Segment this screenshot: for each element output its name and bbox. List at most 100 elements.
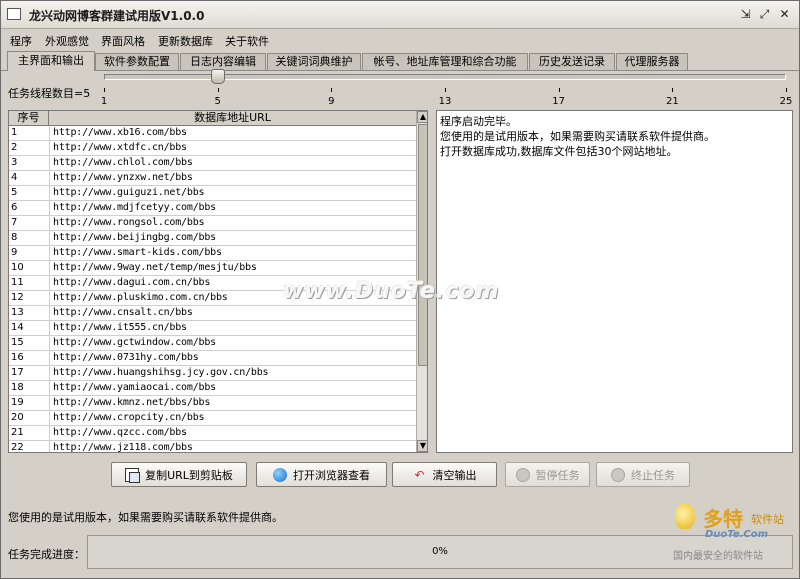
scrollbar-thumb[interactable] [418, 124, 427, 366]
slider-tick [445, 88, 446, 92]
slider-tick-label: 21 [665, 96, 679, 107]
thread-slider-thumb[interactable] [210, 69, 225, 84]
tab-log-editor[interactable]: 日志内容编辑 [180, 53, 266, 70]
table-row[interactable]: 17 http://www.huangshihsg.jcy.gov.cn/bbs [9, 366, 416, 381]
tab-account-address[interactable]: 帐号、地址库管理和综合功能 [362, 53, 528, 70]
row-url: http://www.yamiaocai.com/bbs [53, 382, 216, 393]
log-line: 您使用的是试用版本，如果需要购买请联系软件提供商。 [440, 130, 715, 143]
menu-bar: 程序 外观感觉 界面风格 更新数据库 关于软件 [1, 30, 799, 50]
pause-task-label: 暂停任务 [535, 468, 580, 482]
row-index: 7 [11, 217, 18, 228]
tab-main-output[interactable]: 主界面和输出 [7, 51, 95, 71]
table-row[interactable]: 3 http://www.chlol.com/bbs [9, 156, 416, 171]
copy-url-button[interactable]: 复制URL到剪贴板 [111, 462, 247, 487]
title-bar: 龙兴动网博客群建试用版V1.0.0 ⇲ ⤢ ✕ [1, 1, 799, 29]
row-url: http://www.xtdfc.cn/bbs [53, 142, 187, 153]
slider-tick-label: 13 [438, 96, 452, 107]
row-url: http://www.chlol.com/bbs [53, 157, 193, 168]
row-url: http://www.beijingbg.com/bbs [53, 232, 216, 243]
tab-proxy-server[interactable]: 代理服务器 [616, 53, 688, 70]
column-header-url[interactable]: 数据库地址URL [49, 111, 416, 126]
table-row[interactable]: 4 http://www.ynzxw.net/bbs [9, 171, 416, 186]
column-separator [49, 126, 50, 141]
table-row[interactable]: 13 http://www.cnsalt.cn/bbs [9, 306, 416, 321]
pause-icon [515, 467, 530, 482]
minimize-button[interactable]: ⇲ [738, 7, 753, 22]
row-url: http://www.9way.net/temp/mesjtu/bbs [53, 262, 257, 273]
globe-icon [273, 467, 287, 482]
pause-task-button[interactable]: 暂停任务 [505, 462, 590, 487]
row-index: 11 [11, 277, 24, 288]
slider-tick [786, 88, 787, 92]
watermark-duote: www.DuoTe.com [283, 279, 500, 304]
column-separator [49, 291, 50, 306]
thread-slider-track[interactable] [104, 74, 786, 80]
stop-task-button[interactable]: 终止任务 [596, 462, 690, 487]
column-header-index[interactable]: 序号 [9, 111, 49, 126]
table-row[interactable]: 9 http://www.smart-kids.com/bbs [9, 246, 416, 261]
menu-appearance[interactable]: 外观感觉 [45, 33, 89, 49]
menu-ui-style[interactable]: 界面风格 [101, 33, 145, 49]
row-index: 13 [11, 307, 24, 318]
table-row[interactable]: 22 http://www.jz118.com/bbs [9, 441, 416, 453]
row-url: http://www.jz118.com/bbs [53, 442, 193, 453]
menu-about[interactable]: 关于软件 [225, 33, 269, 49]
table-row[interactable]: 7 http://www.rongsol.com/bbs [9, 216, 416, 231]
open-browser-button[interactable]: 打开浏览器查看 [256, 462, 387, 487]
slider-tick [558, 88, 560, 92]
close-button[interactable]: ✕ [777, 7, 792, 22]
table-row[interactable]: 5 http://www.guiguzi.net/bbs [9, 186, 416, 201]
menu-program[interactable]: 程序 [10, 33, 32, 49]
scroll-down-button[interactable]: ▼ [417, 440, 427, 452]
row-index: 14 [11, 322, 24, 333]
table-row[interactable]: 18 http://www.yamiaocai.com/bbs [9, 381, 416, 396]
status-message: 您使用的是试用版本，如果需要购买请联系软件提供商。 [8, 511, 283, 524]
row-url: http://www.huangshihsg.jcy.gov.cn/bbs [53, 367, 269, 378]
log-line: 程序启动完毕。 [440, 115, 517, 128]
table-row[interactable]: 2 http://www.xtdfc.cn/bbs [9, 141, 416, 156]
maximize-button[interactable]: ⤢ [757, 7, 772, 22]
table-row[interactable]: 10 http://www.9way.net/temp/mesjtu/bbs [9, 261, 416, 276]
table-row[interactable]: 16 http://www.0731hy.com/bbs [9, 351, 416, 366]
row-index: 20 [11, 412, 24, 423]
row-url: http://www.pluskimo.com.cn/bbs [53, 292, 228, 303]
copy-url-label: 复制URL到剪贴板 [145, 468, 233, 482]
table-row[interactable]: 21 http://www.qzcc.com/bbs [9, 426, 416, 441]
scroll-up-button[interactable]: ▲ [417, 111, 427, 123]
row-index: 5 [11, 187, 18, 198]
watermark-logo: 多特 [703, 507, 743, 531]
row-index: 8 [11, 232, 18, 243]
open-browser-label: 打开浏览器查看 [293, 468, 370, 482]
table-row[interactable]: 14 http://www.it555.cn/bbs [9, 321, 416, 336]
table-row[interactable]: 1 http://www.xb16.com/bbs [9, 126, 416, 141]
column-separator [49, 261, 50, 276]
tab-software-config[interactable]: 软件参数配置 [95, 53, 179, 70]
watermark-tagline: 国内最安全的软件站 [673, 551, 763, 562]
thread-count-label: 任务线程数目=5 [8, 87, 91, 100]
clear-output-button[interactable]: ↶ 清空输出 [392, 462, 497, 487]
row-url: http://www.cropcity.cn/bbs [53, 412, 205, 423]
stop-icon [611, 467, 625, 482]
column-separator [49, 366, 50, 381]
row-url: http://www.kmnz.net/bbs/bbs [53, 397, 211, 408]
table-row[interactable]: 8 http://www.beijingbg.com/bbs [9, 231, 416, 246]
lightbulb-icon [675, 503, 695, 529]
table-row[interactable]: 19 http://www.kmnz.net/bbs/bbs [9, 396, 416, 411]
row-index: 16 [11, 352, 24, 363]
tab-keyword-dictionary[interactable]: 关键词词典维护 [267, 53, 361, 70]
tab-send-history[interactable]: 历史发送记录 [529, 53, 615, 70]
row-url: http://www.smart-kids.com/bbs [53, 247, 222, 258]
slider-tick-label: 1 [100, 96, 108, 107]
table-row[interactable]: 20 http://www.cropcity.cn/bbs [9, 411, 416, 426]
row-url: http://www.ynzxw.net/bbs [53, 172, 193, 183]
column-separator [49, 411, 50, 426]
column-separator [49, 396, 50, 411]
slider-tick [331, 88, 333, 92]
table-row[interactable]: 15 http://www.gctwindow.com/bbs [9, 336, 416, 351]
tab-panel-border [1, 70, 799, 71]
row-url: http://www.mdjfcetyy.com/bbs [53, 202, 216, 213]
column-separator [49, 336, 50, 351]
table-row[interactable]: 6 http://www.mdjfcetyy.com/bbs [9, 201, 416, 216]
column-separator [49, 231, 50, 246]
menu-update-database[interactable]: 更新数据库 [158, 33, 213, 49]
